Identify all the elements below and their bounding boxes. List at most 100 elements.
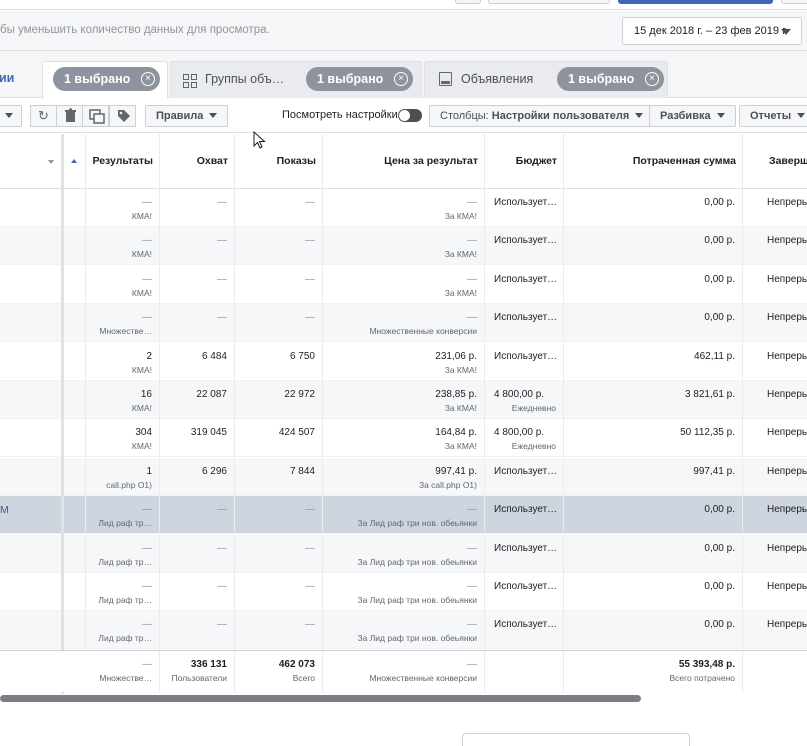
tab-campaigns-label[interactable]: ии — [0, 71, 14, 85]
cell-ends: Непрерь — [743, 381, 807, 419]
totals-row: — Множестве… 336 131 Пользователи 462 07… — [0, 650, 807, 693]
table-row[interactable]: 1 call.php О1) 6 296 7 844 997,41 р. За call.… — [0, 457, 807, 496]
tab-ads[interactable]: Объявления 1 выбрано × — [424, 61, 668, 98]
table-row[interactable]: 304 КМА! 319 045 424 507 164,84 р. За КМА! 4 8… — [0, 419, 807, 458]
rules-button[interactable]: Правила — [145, 105, 229, 127]
delete-button[interactable] — [56, 105, 83, 127]
tag-button[interactable] — [109, 105, 136, 127]
cell-results: — Лид раф тр… — [86, 573, 160, 611]
cell-name[interactable] — [0, 381, 62, 419]
mouse-cursor-icon — [253, 131, 266, 149]
table-row[interactable]: — КМА! — — — За КМА! Использует… 0,00 р. Непрерь — [0, 265, 807, 304]
header-impressions[interactable]: Показы — [235, 134, 323, 189]
cell-cost-per-result-value: — — [467, 235, 477, 247]
breakdown-button[interactable]: Разбивка — [649, 105, 736, 127]
top-button[interactable] — [455, 0, 481, 4]
frozen-column-divider[interactable] — [61, 134, 64, 694]
table-row[interactable]: — Лид раф тр… — — — За Лид раф три нов. обеья… — [0, 611, 807, 650]
cell-name[interactable] — [0, 227, 62, 266]
cell-ends: Непрерь — [743, 419, 807, 457]
cell-name[interactable] — [0, 534, 62, 573]
cell-budget: Использует… — [485, 573, 564, 611]
close-icon[interactable]: × — [645, 72, 659, 86]
table-row[interactable]: М — Лид раф тр… — — — За Лид раф три нов. обеь… — [0, 496, 807, 535]
date-range-picker[interactable]: 15 дек 2018 г. – 23 фев 2019 г. — [622, 17, 802, 45]
table-row[interactable]: — Лид раф тр… — — — За Лид раф три нов. обеья… — [0, 534, 807, 573]
top-button[interactable] — [488, 0, 610, 4]
cell-impressions-value: — — [305, 312, 315, 324]
header-budget[interactable]: Бюджет — [485, 134, 564, 189]
selection-pill[interactable]: 1 выбрано × — [557, 67, 664, 91]
cell-budget-value: Использует… — [494, 273, 558, 285]
cell-budget-value: Использует… — [494, 235, 558, 247]
columns-button[interactable]: Столбцы: Настройки пользователя — [429, 105, 655, 127]
cell-amount-spent-value: 0,00 р. — [704, 273, 735, 285]
table-row[interactable]: 16 КМА! 22 087 22 972 238,85 р. За КМА! 4 800,… — [0, 381, 807, 419]
cell-impressions: — — [235, 227, 323, 266]
header-reach[interactable]: Охват — [160, 134, 235, 189]
header-results[interactable]: Результаты — [86, 134, 160, 189]
cell-ends-value: Непрерь — [767, 350, 807, 362]
cell-name[interactable] — [0, 342, 62, 381]
cell-amount-spent: 462,11 р. — [564, 342, 743, 381]
cell-amount-spent: 0,00 р. — [564, 611, 743, 650]
cell-name[interactable] — [0, 265, 62, 304]
cell-name[interactable] — [0, 419, 62, 458]
cell-cost-per-result-value: 164,84 р. — [435, 427, 477, 439]
table-row[interactable]: — КМА! — — — За КМА! Использует… 0,00 р. Непрерь — [0, 227, 807, 266]
table-row[interactable]: — Лид раф тр… — — — За Лид раф три нов. обеья… — [0, 573, 807, 611]
cell-spacer — [64, 457, 86, 496]
reports-label: Отчеты — [750, 110, 792, 122]
tab-campaigns[interactable]: 1 выбрано × — [42, 61, 168, 99]
selection-pill[interactable]: 1 выбрано × — [53, 67, 160, 91]
view-settings-toggle[interactable] — [398, 109, 422, 122]
cell-name[interactable]: М — [0, 496, 62, 535]
cell-reach-value: — — [217, 235, 227, 247]
columns-prefix: Столбцы: — [440, 110, 489, 122]
cell-amount-spent-value: 0,00 р. — [704, 504, 735, 516]
cell-impressions-value: 424 507 — [278, 427, 315, 439]
sort-ascending-icon[interactable] — [71, 159, 77, 163]
header-cost-per-result[interactable]: Цена за результат — [323, 134, 485, 189]
cell-impressions: 7 844 — [235, 457, 323, 496]
refresh-button[interactable]: ↻ — [30, 105, 57, 127]
header-name[interactable] — [0, 134, 62, 189]
tag-icon — [118, 110, 130, 122]
header-sort[interactable] — [64, 134, 86, 189]
primary-button[interactable] — [618, 0, 773, 4]
reports-button[interactable]: Отчеты — [739, 105, 807, 127]
cell-name[interactable] — [0, 304, 62, 343]
cell-ends: Непрерь — [743, 304, 807, 342]
close-icon[interactable]: × — [141, 72, 155, 86]
cell-cost-per-result: — Множественные конверсии — [323, 304, 485, 343]
cell-impressions-value: — — [305, 542, 315, 554]
cell-name[interactable] — [0, 189, 62, 227]
cell-cost-per-result-value: — — [467, 542, 477, 554]
top-button[interactable] — [781, 0, 807, 4]
header-ends[interactable]: Заверш — [743, 134, 807, 189]
chevron-down-icon[interactable] — [48, 160, 54, 164]
cell-cost-per-result: — За Лид раф три нов. обеьянки — [323, 611, 485, 650]
selection-pill[interactable]: 1 выбрано × — [306, 67, 413, 91]
duplicate-button[interactable] — [82, 105, 109, 127]
tab-ad-sets[interactable]: Группы объ… 1 выбрано × — [170, 61, 422, 98]
cell-results-value: — — [142, 197, 152, 208]
cell-reach-value: 22 087 — [196, 389, 227, 400]
cell-name[interactable] — [0, 611, 62, 650]
cell-cost-per-result-value: — — [467, 581, 477, 592]
scrollbar-thumb[interactable] — [0, 695, 641, 702]
horizontal-scrollbar[interactable] — [0, 694, 807, 702]
cell-impressions: — — [235, 189, 323, 227]
cell-name[interactable] — [0, 573, 62, 611]
table-row[interactable]: — КМА! — — — За КМА! Использует… 0,00 р. Непрерь — [0, 189, 807, 227]
cell-name[interactable] — [0, 457, 62, 496]
row-name-link[interactable]: М — [0, 504, 9, 516]
table-row[interactable]: — Множестве… — — — Множественные конверсии Исп… — [0, 304, 807, 343]
bottom-panel[interactable] — [462, 733, 690, 746]
dropdown-button[interactable] — [0, 105, 22, 127]
table-row[interactable]: 2 КМА! 6 484 6 750 231,06 р. За КМА! Используе… — [0, 342, 807, 381]
cell-cost-per-result-value: — — [467, 504, 477, 516]
header-amount-spent[interactable]: Потраченная сумма — [564, 134, 743, 189]
close-icon[interactable]: × — [394, 72, 408, 86]
cell-budget-value: Использует… — [494, 619, 558, 631]
